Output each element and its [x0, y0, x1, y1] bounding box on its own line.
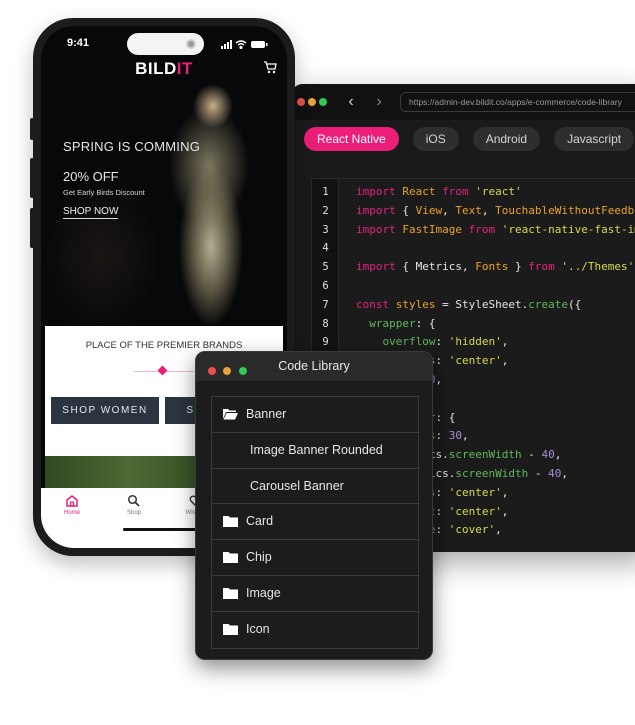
- chevron-left-icon[interactable]: ‹: [344, 93, 358, 111]
- dynamic-island: [127, 33, 204, 55]
- code-line: 1 import React from 'react': [312, 183, 635, 202]
- library-item-label: Chip: [246, 550, 272, 565]
- library-item-label: Icon: [246, 621, 270, 636]
- section-title: PLACE OF THE PREMIER BRANDS: [85, 340, 243, 351]
- tab-home[interactable]: Home: [47, 494, 97, 516]
- status-time: 9:41: [67, 37, 90, 49]
- library-item-label: Carousel Banner: [250, 478, 344, 493]
- hero-title: SPRING IS COMMING: [63, 139, 201, 154]
- tab-home-label: Home: [63, 510, 80, 516]
- chevron-right-icon[interactable]: ›: [372, 93, 386, 111]
- brand-logo-suffix: IT: [176, 59, 193, 78]
- status-bar: 9:41: [41, 26, 287, 60]
- line-number: 8: [322, 317, 329, 330]
- hero-discount: 20% OFF: [63, 169, 119, 184]
- shopping-cart-icon[interactable]: [263, 60, 277, 74]
- code-text: import React from 'react': [356, 185, 522, 198]
- code-text: import FastImage from 'react-native-fast…: [356, 222, 635, 236]
- line-number: 7: [322, 298, 329, 311]
- line-number: 2: [322, 204, 329, 217]
- volume-up-button: [30, 158, 34, 198]
- tab-shop-label: Shop: [126, 510, 141, 516]
- folder-icon: [223, 623, 238, 638]
- wifi-icon: [235, 40, 247, 49]
- code-text: import { Metrics, Fonts } from '../Theme…: [356, 260, 635, 274]
- folder-icon: [223, 551, 238, 566]
- platform-tabs: React Native iOS Android Javascript Pla: [291, 122, 635, 156]
- library-item-card[interactable]: Card: [212, 504, 418, 541]
- line-number: 4: [322, 242, 329, 255]
- library-item-image[interactable]: Image: [212, 576, 418, 612]
- line-number: 6: [322, 279, 329, 292]
- line-number: 9: [322, 336, 329, 349]
- cellular-signal-icon: [221, 40, 232, 49]
- code-line: 4: [312, 239, 635, 258]
- library-item-carousel-banner[interactable]: Carousel Banner: [212, 469, 418, 505]
- mute-switch: [30, 118, 34, 140]
- code-text: const styles = StyleSheet.create({: [356, 297, 582, 311]
- folder-icon: [223, 587, 238, 602]
- line-number: 5: [322, 261, 329, 274]
- marketing-composite: ‹ › https://admin-dev.bildit.co/apps/e-c…: [0, 0, 635, 725]
- line-number: 3: [322, 223, 329, 236]
- brand-logo: BILDIT: [41, 59, 287, 79]
- search-icon: [127, 494, 140, 507]
- close-window-button[interactable]: [297, 98, 305, 106]
- maximize-window-button[interactable]: [319, 98, 327, 106]
- library-item-chip[interactable]: Chip: [212, 540, 418, 576]
- home-icon: [66, 495, 78, 507]
- battery-icon: [251, 41, 268, 48]
- code-line: 3 import FastImage from 'react-native-fas…: [312, 221, 635, 240]
- hero-banner[interactable]: 9:41 BILDIT SPRING IS COMMING 20% OFF Ge…: [41, 26, 287, 326]
- divider-diamond-icon: [157, 365, 168, 376]
- library-item-banner[interactable]: Banner: [212, 397, 418, 433]
- code-line: 9 overflow: 'hidden',: [312, 333, 635, 352]
- library-tree: Banner Image Banner Rounded Carousel Banne…: [211, 396, 419, 649]
- url-bar[interactable]: https://admin-dev.bildit.co/apps/e-comme…: [400, 92, 635, 112]
- home-indicator: [123, 528, 205, 531]
- tab-ios[interactable]: iOS: [412, 127, 459, 151]
- code-line: 5 import { Metrics, Fonts } from '../Them…: [312, 258, 635, 277]
- tab-android[interactable]: Android: [472, 127, 541, 151]
- camera-icon: [186, 39, 196, 49]
- status-icons: [221, 40, 268, 49]
- browser-toolbar: ‹ › https://admin-dev.bildit.co/apps/e-c…: [291, 84, 635, 120]
- line-number: 1: [322, 186, 329, 198]
- library-title: Code Library: [278, 359, 350, 373]
- folder-icon: [223, 515, 238, 530]
- library-item-image-banner-rounded[interactable]: Image Banner Rounded: [212, 433, 418, 469]
- brand-logo-prefix: BILD: [135, 59, 177, 78]
- library-item-label: Image: [246, 585, 281, 600]
- hero-subtitle: Get Early Birds Discount: [63, 188, 145, 197]
- library-item-label: Card: [246, 514, 274, 529]
- code-text: overflow: 'hidden',: [382, 335, 509, 349]
- library-titlebar: Code Library: [196, 352, 432, 381]
- volume-down-button: [30, 208, 34, 248]
- library-item-icon[interactable]: Icon: [212, 612, 418, 648]
- code-text: wrapper: {: [369, 316, 436, 330]
- code-line: 7 const styles = StyleSheet.create({: [312, 296, 635, 315]
- tab-javascript[interactable]: Javascript: [554, 127, 635, 151]
- code-text: import { View, Text, TouchableWithoutFee…: [356, 203, 635, 217]
- library-item-label: Image Banner Rounded: [250, 442, 383, 457]
- code-line: 6: [312, 277, 635, 296]
- code-line: 8 wrapper: {: [312, 315, 635, 334]
- tab-shop[interactable]: Shop: [109, 494, 159, 516]
- shop-women-button[interactable]: SHOP WOMEN: [51, 397, 159, 424]
- tab-react-native[interactable]: React Native: [304, 127, 399, 151]
- library-item-label: Banner: [246, 407, 287, 421]
- shop-now-link[interactable]: SHOP NOW: [63, 206, 119, 219]
- minimize-window-button[interactable]: [308, 98, 316, 106]
- code-line: 2 import { View, Text, TouchableWithoutFe…: [312, 202, 635, 221]
- code-library-window: Code Library Banner Image Banner Rounded C…: [195, 351, 433, 660]
- folder-open-icon: [223, 408, 238, 423]
